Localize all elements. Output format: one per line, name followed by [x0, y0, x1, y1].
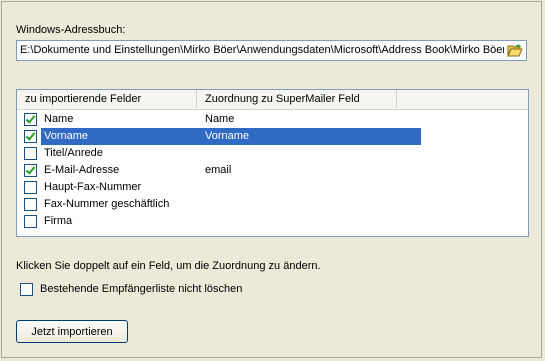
field-checkbox[interactable]	[24, 147, 37, 160]
field-name: Fax-Nummer geschäftlich	[44, 198, 170, 210]
address-book-path-field[interactable]: E:\Dokumente und Einstellungen\Mirko Böe…	[16, 40, 527, 61]
field-name: Vorname	[44, 130, 89, 142]
field-mapping: Vorname	[205, 130, 250, 142]
field-checkbox[interactable]	[24, 215, 37, 228]
field-name: Titel/Anrede	[44, 147, 103, 159]
column-header-mapping[interactable]: Zuordnung zu SuperMailer Feld	[197, 90, 397, 108]
import-now-button[interactable]: Jetzt importieren	[16, 320, 128, 343]
field-name: E-Mail-Adresse	[44, 164, 120, 176]
address-book-label: Windows-Adressbuch:	[16, 24, 126, 36]
list-item[interactable]: Haupt-Fax-Nummer	[20, 179, 399, 196]
column-header-fields[interactable]: zu importierende Felder	[17, 90, 197, 108]
list-item[interactable]: E-Mail-Adresse email	[20, 162, 399, 179]
field-checkbox[interactable]	[24, 130, 37, 143]
field-checkbox[interactable]	[24, 198, 37, 211]
hint-text: Klicken Sie doppelt auf ein Feld, um die…	[16, 260, 321, 272]
field-name: Firma	[44, 215, 73, 227]
list-item[interactable]: Fax-Nummer geschäftlich	[20, 196, 399, 213]
list-item[interactable]: Name Name	[20, 111, 399, 128]
field-checkbox[interactable]	[24, 113, 37, 126]
field-mapping: email	[205, 164, 232, 176]
keep-recipient-list-checkbox[interactable]	[20, 283, 33, 296]
field-mapping: Name	[205, 113, 235, 125]
field-name: Haupt-Fax-Nummer	[44, 181, 142, 193]
keep-recipient-list-label[interactable]: Bestehende Empfängerliste nicht löschen	[40, 283, 242, 295]
list-item[interactable]: Firma	[20, 213, 399, 230]
field-checkbox[interactable]	[24, 181, 37, 194]
list-header: zu importierende Felder Zuordnung zu Sup…	[17, 90, 528, 110]
field-mapping-list[interactable]: zu importierende Felder Zuordnung zu Sup…	[16, 89, 529, 237]
field-name: Name	[44, 113, 74, 125]
list-item[interactable]: Titel/Anrede	[20, 145, 399, 162]
folder-open-icon[interactable]	[507, 43, 523, 58]
list-item[interactable]: Vorname Vorname	[20, 128, 421, 145]
address-book-path: E:\Dokumente und Einstellungen\Mirko Böe…	[20, 44, 504, 56]
field-checkbox[interactable]	[24, 164, 37, 177]
